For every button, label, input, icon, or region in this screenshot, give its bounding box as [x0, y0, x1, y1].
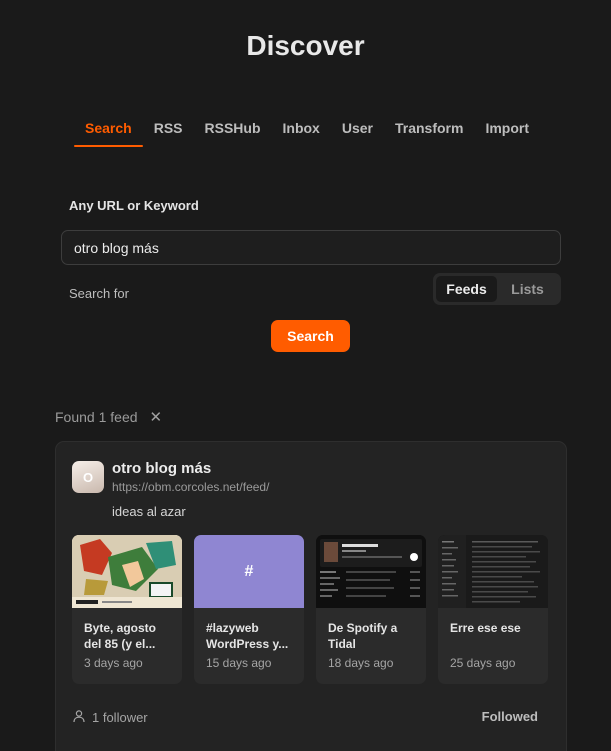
tab-inbox[interactable]: Inbox: [272, 118, 331, 146]
found-count-text: Found 1 feed: [55, 409, 138, 425]
entry-date: 18 days ago: [328, 656, 394, 670]
entry-date: 3 days ago: [84, 656, 143, 670]
entry-card[interactable]: # #lazyweb WordPress y... 15 days ago: [194, 535, 304, 684]
followed-button[interactable]: Followed: [482, 709, 538, 724]
search-type-toggle: Feeds Lists: [433, 273, 561, 305]
url-keyword-label: Any URL or Keyword: [69, 198, 199, 213]
feed-url[interactable]: https://obm.corcoles.net/feed/: [112, 480, 269, 494]
discover-tabs: Search RSS RSSHub Inbox User Transform I…: [74, 118, 540, 147]
entry-title: Erre ese ese: [450, 621, 521, 635]
entry-card[interactable]: De Spotify a Tidal 18 days ago: [316, 535, 426, 684]
feed-description: ideas al azar: [112, 504, 186, 519]
tab-search[interactable]: Search: [74, 118, 143, 147]
page-title: Discover: [246, 30, 365, 61]
entry-date: 25 days ago: [450, 656, 516, 670]
follower-info: 1 follower: [72, 709, 148, 726]
entry-date: 15 days ago: [206, 656, 272, 670]
results-summary: Found 1 feed ✕: [55, 408, 162, 426]
entry-card[interactable]: Erre ese ese 25 days ago: [438, 535, 548, 684]
search-for-label: Search for: [69, 286, 129, 301]
close-icon[interactable]: ✕: [150, 408, 163, 426]
entry-title: #lazyweb WordPress y...: [206, 621, 289, 651]
tab-user[interactable]: User: [331, 118, 384, 146]
tab-transform[interactable]: Transform: [384, 118, 474, 146]
entry-thumbnail: #: [194, 535, 304, 608]
segment-feeds[interactable]: Feeds: [436, 276, 497, 302]
entry-card[interactable]: Byte, agosto del 85 (y el... 3 days ago: [72, 535, 182, 684]
feed-avatar: O: [72, 461, 104, 493]
entry-thumbnail: [72, 535, 182, 608]
feed-entries: Byte, agosto del 85 (y el... 3 days ago …: [72, 535, 548, 684]
hashtag-glyph: #: [244, 562, 254, 580]
tab-import[interactable]: Import: [474, 118, 540, 146]
feed-title[interactable]: otro blog más: [112, 460, 211, 477]
tab-rsshub[interactable]: RSSHub: [194, 118, 272, 146]
entry-title: Byte, agosto del 85 (y el...: [84, 621, 157, 651]
search-button[interactable]: Search: [271, 320, 350, 352]
feed-card[interactable]: O otro blog más https://obm.corcoles.net…: [55, 441, 567, 751]
user-icon: [72, 709, 86, 726]
follower-count: 1 follower: [92, 710, 148, 725]
segment-lists[interactable]: Lists: [497, 276, 558, 302]
tab-rss[interactable]: RSS: [143, 118, 194, 146]
entry-thumbnail: [316, 535, 426, 608]
search-input[interactable]: [61, 230, 561, 265]
entry-thumbnail: [438, 535, 548, 608]
entry-title: De Spotify a Tidal: [328, 621, 398, 651]
